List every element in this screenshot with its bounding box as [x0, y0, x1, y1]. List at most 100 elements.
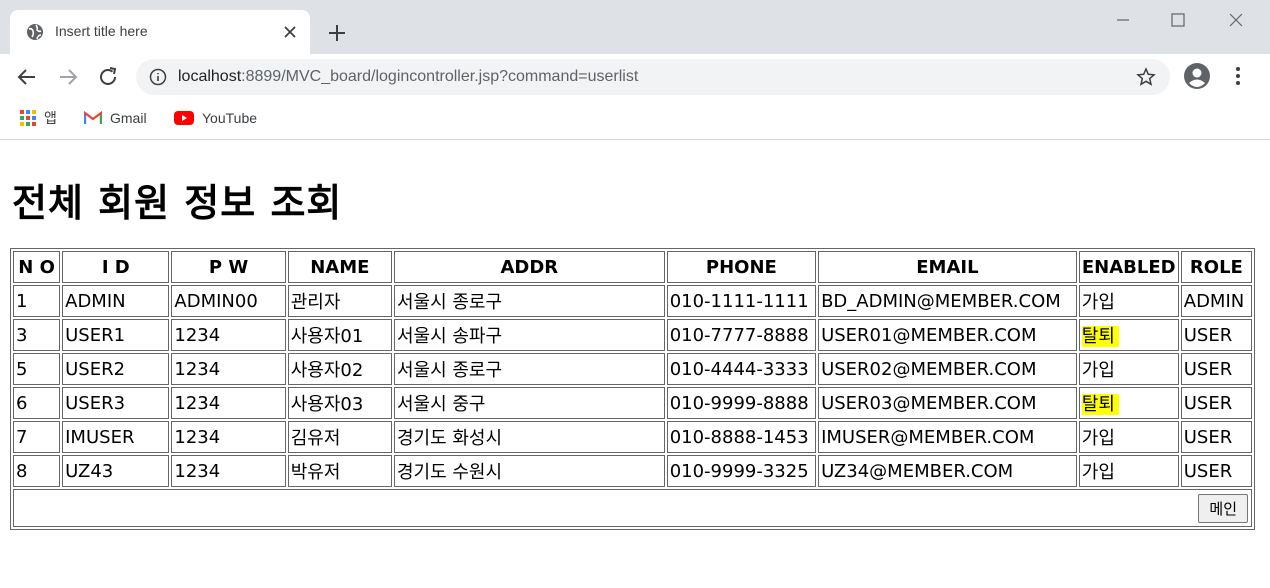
more-menu-icon[interactable] — [1228, 65, 1248, 87]
phone-cell: 010-9999-3325 — [666, 455, 817, 487]
browser-toolbar: localhost:8899/MVC_board/logincontroller… — [0, 54, 1270, 100]
table-footer-row: 메인 — [13, 489, 1252, 527]
name-cell: 사용자02 — [287, 353, 392, 385]
addr-cell: 경기도 화성시 — [393, 421, 665, 453]
name-cell: 사용자01 — [287, 319, 392, 351]
enabled-cell: 탈퇴 — [1078, 319, 1179, 351]
table-row: 8 UZ43 1234 박유저 경기도 수원시 010-9999-3325 UZ34@MEM… — [13, 455, 1252, 487]
bookmarks-bar: 앱 Gmail YouTube — [0, 100, 1270, 140]
phone-cell: 010-4444-3333 — [666, 353, 817, 385]
apps-icon — [20, 110, 36, 126]
no-cell: 7 — [13, 421, 61, 453]
id-cell: UZ43 — [62, 455, 170, 487]
user-list-table: N OI DP W NAME ADDR PHONE EMAIL ENABLED ROLE 1… — [10, 248, 1255, 530]
enabled-cell: 가입 — [1078, 455, 1179, 487]
bookmark-label: Gmail — [110, 110, 147, 126]
enabled-cell: 가입 — [1078, 285, 1179, 317]
bookmark-apps[interactable]: 앱 — [20, 107, 57, 129]
no-cell: 5 — [13, 353, 61, 385]
role-cell: USER — [1180, 319, 1252, 351]
name-cell: 박유저 — [287, 455, 392, 487]
no-cell: 6 — [13, 387, 61, 419]
column-header: P W — [171, 251, 286, 283]
url-host: localhost — [178, 68, 242, 85]
bookmark-star-icon[interactable] — [1136, 67, 1156, 87]
new-tab-icon[interactable] — [326, 22, 348, 44]
pw-cell: ADMIN00 — [171, 285, 286, 317]
pw-cell: 1234 — [171, 387, 286, 419]
address-bar[interactable]: localhost:8899/MVC_board/logincontroller… — [136, 59, 1170, 95]
phone-cell: 010-9999-8888 — [666, 387, 817, 419]
phone-cell: 010-1111-1111 — [666, 285, 817, 317]
url-path: :8899/MVC_board/logincontroller.jsp?comm… — [241, 68, 639, 85]
window-close-icon[interactable] — [1226, 10, 1246, 30]
email-cell: USER03@MEMBER.COM — [818, 387, 1077, 419]
maximize-icon[interactable] — [1168, 10, 1188, 30]
pw-cell: 1234 — [171, 455, 286, 487]
phone-cell: 010-8888-1453 — [666, 421, 817, 453]
id-cell: USER3 — [62, 387, 170, 419]
id-cell: USER1 — [62, 319, 170, 351]
globe-icon — [27, 24, 43, 40]
table-row: 7 IMUSER 1234 김유저 경기도 화성시 010-8888-1453 IMUSER… — [13, 421, 1252, 453]
enabled-cell: 가입 — [1078, 353, 1179, 385]
table-row: 1 ADMIN ADMIN00 관리자 서울시 종로구 010-1111-1111 BD_A… — [13, 285, 1252, 317]
column-header: ENABLED — [1078, 251, 1179, 283]
close-tab-icon[interactable] — [280, 22, 300, 42]
id-cell: USER2 — [62, 353, 170, 385]
role-cell: USER — [1180, 455, 1252, 487]
addr-cell: 서울시 종로구 — [393, 285, 665, 317]
addr-cell: 서울시 종로구 — [393, 353, 665, 385]
profile-avatar-icon[interactable] — [1183, 62, 1211, 90]
no-cell: 3 — [13, 319, 61, 351]
column-header: EMAIL — [818, 251, 1077, 283]
name-cell: 김유저 — [287, 421, 392, 453]
pw-cell: 1234 — [171, 319, 286, 351]
table-row: 3 USER1 1234 사용자01 서울시 송파구 010-7777-8888 USER0… — [13, 319, 1252, 351]
bookmark-label: 앱 — [44, 110, 57, 126]
tab-title: Insert title here — [55, 23, 148, 39]
url-text[interactable]: localhost:8899/MVC_board/logincontroller… — [178, 68, 638, 86]
role-cell: USER — [1180, 387, 1252, 419]
browser-tab[interactable]: Insert title here — [10, 10, 310, 54]
column-header: N O — [13, 251, 61, 283]
email-cell: IMUSER@MEMBER.COM — [818, 421, 1077, 453]
addr-cell: 서울시 중구 — [393, 387, 665, 419]
footer-cell: 메인 — [13, 489, 1252, 527]
bookmark-youtube[interactable]: YouTube — [174, 107, 257, 129]
column-header: ROLE — [1180, 251, 1252, 283]
name-cell: 관리자 — [287, 285, 392, 317]
page-title: 전체 회원 정보 조회 — [12, 181, 343, 225]
tab-strip: Insert title here — [0, 0, 1270, 54]
table-header-row: N OI DP W NAME ADDR PHONE EMAIL ENABLED ROLE — [13, 251, 1252, 283]
withdrawn-badge: 탈퇴 — [1081, 326, 1119, 347]
table-row: 5 USER2 1234 사용자02 서울시 종로구 010-4444-3333 USER0… — [13, 353, 1252, 385]
withdrawn-badge: 탈퇴 — [1081, 394, 1119, 415]
name-cell: 사용자03 — [287, 387, 392, 419]
column-header: PHONE — [666, 251, 817, 283]
role-cell: USER — [1180, 353, 1252, 385]
pw-cell: 1234 — [171, 353, 286, 385]
no-cell: 1 — [13, 285, 61, 317]
email-cell: USER01@MEMBER.COM — [818, 319, 1077, 351]
bookmark-label: YouTube — [202, 110, 258, 126]
enabled-cell: 탈퇴 — [1078, 387, 1179, 419]
no-cell: 8 — [13, 455, 61, 487]
forward-icon[interactable] — [56, 65, 80, 89]
phone-cell: 010-7777-8888 — [666, 319, 817, 351]
email-cell: USER02@MEMBER.COM — [818, 353, 1077, 385]
addr-cell: 경기도 수원시 — [393, 455, 665, 487]
info-icon[interactable] — [149, 68, 167, 86]
main-button[interactable]: 메인 — [1198, 493, 1248, 523]
email-cell: BD_ADMIN@MEMBER.COM — [818, 285, 1077, 317]
addr-cell: 서울시 송파구 — [393, 319, 665, 351]
minimize-icon[interactable] — [1113, 10, 1133, 30]
table-row: 6 USER3 1234 사용자03 서울시 중구 010-9999-8888 USER03… — [13, 387, 1252, 419]
role-cell: ADMIN — [1180, 285, 1252, 317]
id-cell: ADMIN — [62, 285, 170, 317]
enabled-cell: 가입 — [1078, 421, 1179, 453]
reload-icon[interactable] — [96, 65, 120, 89]
back-icon[interactable] — [15, 65, 39, 89]
column-header: ADDR — [393, 251, 665, 283]
bookmark-gmail[interactable]: Gmail — [84, 107, 147, 129]
